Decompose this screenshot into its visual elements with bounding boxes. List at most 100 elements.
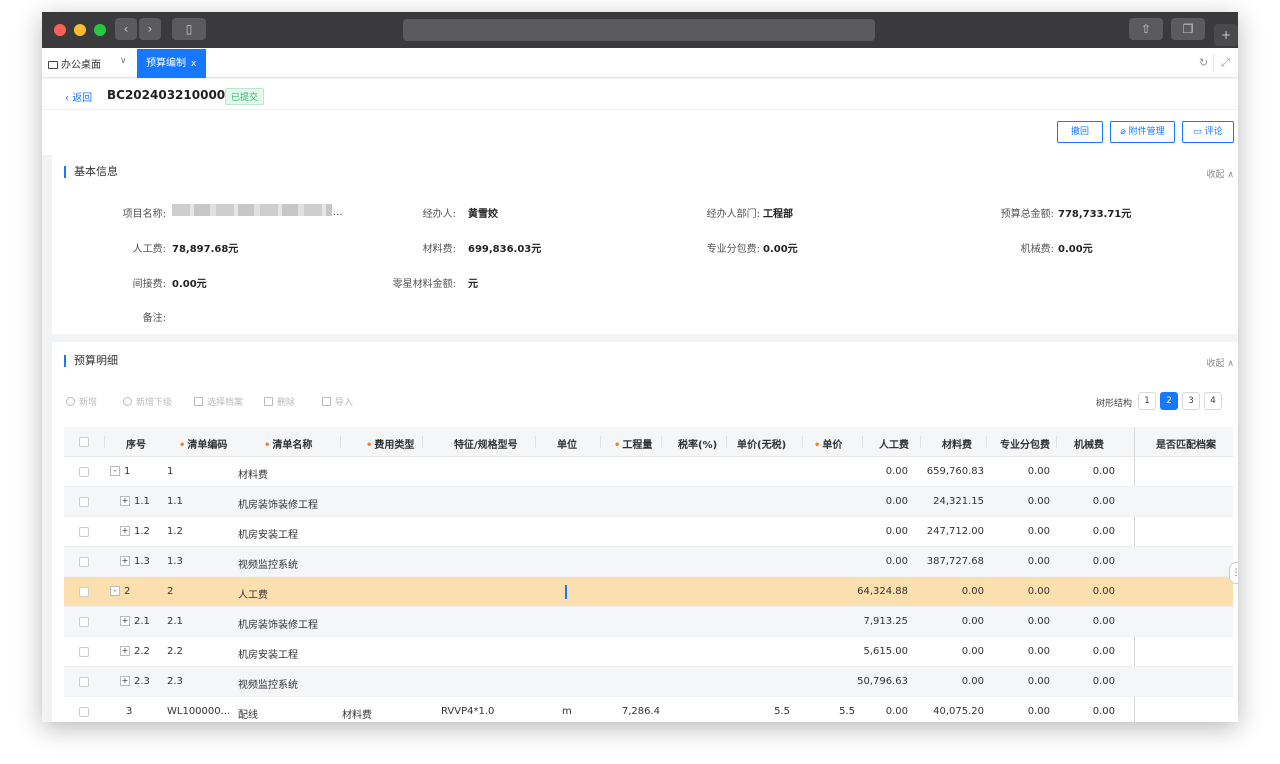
back-link[interactable]: ‹ 返回 xyxy=(65,89,92,104)
refresh-icon[interactable]: ↻ xyxy=(1199,56,1208,69)
cell-seq: 2.3 xyxy=(134,676,150,687)
col-header-unit: 单位 xyxy=(557,440,577,451)
table-row[interactable]: +2.1 2.1 机房装饰装修工程 7,913.25 0.00 0.00 0.00 xyxy=(64,607,1233,637)
field-value: 黄雪姣 xyxy=(468,209,498,220)
row-checkbox[interactable] xyxy=(79,497,89,507)
field-label: 机械费: xyxy=(1020,244,1054,255)
row-checkbox[interactable] xyxy=(79,677,89,687)
cell-price: 5.5 xyxy=(839,706,855,717)
collapse-row-icon[interactable]: - xyxy=(110,586,120,596)
cell-mech: 0.00 xyxy=(1092,466,1115,477)
row-checkbox[interactable] xyxy=(79,647,89,657)
cell-seq: 3 xyxy=(126,706,133,717)
address-bar[interactable] xyxy=(403,19,875,41)
expand-row-icon[interactable]: + xyxy=(120,526,130,536)
redacted-project-name xyxy=(172,204,332,216)
trash-icon xyxy=(264,397,273,406)
cell-name: 人工费 xyxy=(238,590,268,601)
minimize-window-light[interactable] xyxy=(74,24,86,36)
add-child-button[interactable]: 新增下级 xyxy=(123,395,172,408)
collapse-toggle[interactable]: 收起 ∧ xyxy=(1207,356,1234,369)
table-row[interactable]: +1.2 1.2 机房安装工程 0.00 247,712.00 0.00 0.00 xyxy=(64,517,1233,547)
expand-row-icon[interactable]: + xyxy=(120,496,130,506)
col-header-seq: 序号 xyxy=(126,440,146,451)
row-checkbox[interactable] xyxy=(79,527,89,537)
share-icon[interactable]: ⇧ xyxy=(1129,18,1163,40)
zoom-window-light[interactable] xyxy=(94,24,106,36)
select-archive-button[interactable]: 选择档案 xyxy=(194,395,243,408)
divider xyxy=(104,436,105,448)
forward-arrow-icon[interactable]: › xyxy=(139,18,161,40)
tree-level-1[interactable]: 1 xyxy=(1138,392,1156,410)
tab-budget-edit[interactable]: 预算编制 x xyxy=(137,49,206,78)
tree-level-3[interactable]: 3 xyxy=(1182,392,1200,410)
table-header: 序号 • 清单编码 • 清单名称 • 费用类型 特征/规格型号 单位 • 工程量 税率(… xyxy=(64,427,1233,457)
tree-level-2[interactable]: 2 xyxy=(1160,392,1178,410)
text-cursor xyxy=(565,585,567,599)
section-title: 基本信息 xyxy=(64,166,118,178)
row-checkbox[interactable] xyxy=(79,467,89,477)
import-button[interactable]: 导入 xyxy=(322,395,353,408)
cell-sub: 0.00 xyxy=(1027,616,1050,627)
table-row[interactable]: -1 1 材料费 0.00 659,760.83 0.00 0.00 xyxy=(64,457,1233,487)
col-header-material: 材料费 xyxy=(942,440,972,451)
field-value: ... xyxy=(333,207,343,218)
field-value: 元 xyxy=(468,279,478,290)
cell-labor: 64,324.88 xyxy=(857,586,908,597)
cell-code: 1.3 xyxy=(167,556,183,567)
row-checkbox[interactable] xyxy=(79,587,89,597)
row-checkbox[interactable] xyxy=(79,617,89,627)
table-row[interactable]: -2 2 人工费 64,324.88 0.00 0.00 0.00 xyxy=(64,577,1233,607)
table-row[interactable]: +1.3 1.3 视频监控系统 0.00 387,727.68 0.00 0.00 xyxy=(64,547,1233,577)
col-header-name: • 清单名称 xyxy=(264,440,313,451)
withdraw-button[interactable]: 撤回 xyxy=(1057,121,1103,143)
tree-level-4[interactable]: 4 xyxy=(1204,392,1222,410)
cell-mech: 0.00 xyxy=(1092,646,1115,657)
cell-mech: 0.00 xyxy=(1092,556,1115,567)
col-header-price-notax: 单价(无税) xyxy=(737,440,787,451)
col-header-spec: 特征/规格型号 xyxy=(454,440,518,451)
tabs-overview-icon[interactable]: ❐ xyxy=(1171,18,1205,40)
table-row[interactable]: +2.3 2.3 视频监控系统 50,796.63 0.00 0.00 0.00 xyxy=(64,667,1233,697)
new-tab-plus-icon[interactable]: + xyxy=(1214,24,1238,46)
table-row[interactable]: +2.2 2.2 机房安装工程 5,615.00 0.00 0.00 0.00 xyxy=(64,637,1233,667)
divider xyxy=(802,436,803,448)
close-window-light[interactable] xyxy=(54,24,66,36)
field-value: 78,897.68元 xyxy=(172,244,239,255)
expand-row-icon[interactable]: + xyxy=(120,556,130,566)
add-button[interactable]: 新增 xyxy=(66,395,97,408)
attachment-button[interactable]: ⌀ 附件管理 xyxy=(1110,121,1175,143)
collapse-row-icon[interactable]: - xyxy=(110,466,120,476)
budget-detail-card: 预算明细 收起 ∧ 新增 新增下级 选择档案 删除 导入 树形结构 1 2 3 … xyxy=(52,342,1238,722)
divider xyxy=(600,436,601,448)
row-checkbox[interactable] xyxy=(79,707,89,717)
table-row[interactable]: +1.1 1.1 机房装饰装修工程 0.00 24,321.15 0.00 0.00 xyxy=(64,487,1233,517)
chevron-down-icon[interactable]: ∨ xyxy=(120,56,127,66)
cell-labor: 0.00 xyxy=(885,526,908,537)
cell-mat: 24,321.15 xyxy=(933,496,984,507)
cell-sub: 0.00 xyxy=(1027,706,1050,717)
cell-sub: 0.00 xyxy=(1027,676,1050,687)
sidebar-toggle-icon[interactable]: ▯ xyxy=(172,18,206,40)
col-header-archive-match: 是否匹配档案 xyxy=(1156,440,1216,451)
fullscreen-icon[interactable]: ⤢ xyxy=(1221,56,1230,70)
col-header-labor: 人工费 xyxy=(879,440,909,451)
collapse-toggle[interactable]: 收起 ∧ xyxy=(1207,167,1234,180)
cell-sub: 0.00 xyxy=(1027,556,1050,567)
side-scroll-handle[interactable]: ⋮ xyxy=(1229,562,1238,584)
expand-row-icon[interactable]: + xyxy=(120,646,130,656)
delete-button[interactable]: 删除 xyxy=(264,395,295,408)
row-checkbox[interactable] xyxy=(79,557,89,567)
basic-info-card: 基本信息 收起 ∧ 项目名称: ... 经办人: 黄雪姣 经办人部门: 工程部 … xyxy=(52,154,1238,334)
back-arrow-icon[interactable]: ‹ xyxy=(115,18,137,40)
close-tab-icon[interactable]: x xyxy=(191,59,196,69)
comment-button[interactable]: ▭ 评论 xyxy=(1182,121,1234,143)
field-value: 699,836.03元 xyxy=(468,244,542,255)
col-header-tax: 税率(%) xyxy=(678,440,718,451)
select-all-checkbox[interactable] xyxy=(79,437,89,447)
expand-row-icon[interactable]: + xyxy=(120,616,130,626)
expand-row-icon[interactable]: + xyxy=(120,676,130,686)
table-row[interactable]: 3 WL100000... 配线 材料费 RVVP4*1.0 m 7,286.4 5.5 5.5… xyxy=(64,697,1233,722)
tab-home[interactable]: 办公桌面 xyxy=(48,56,101,71)
cell-spec: RVVP4*1.0 xyxy=(441,706,495,717)
